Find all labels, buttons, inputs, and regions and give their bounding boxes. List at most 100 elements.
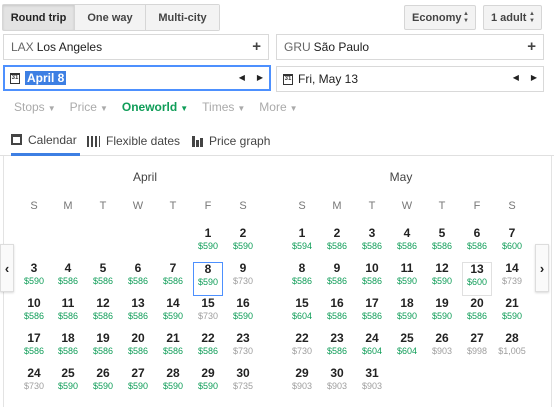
weekday-header: M xyxy=(63,200,73,212)
calendar-day[interactable]: 14 $590 xyxy=(158,297,188,331)
calendar-day[interactable]: 27 $998 xyxy=(462,332,492,366)
add-destination-icon[interactable]: + xyxy=(527,38,536,55)
calendar-day[interactable]: 14 $739 xyxy=(497,262,527,296)
filter-stops[interactable]: Stops ▼ xyxy=(14,100,56,114)
calendar-day[interactable]: 18 $586 xyxy=(53,332,83,366)
calendar-day[interactable]: 11 $590 xyxy=(392,262,422,296)
calendar-day[interactable]: 21 $586 xyxy=(158,332,188,366)
day-price: $586 xyxy=(431,241,453,251)
passengers-dropdown[interactable]: 1 adult ▲ ▼ xyxy=(483,5,542,30)
calendar-day[interactable]: 26 $590 xyxy=(88,367,118,401)
calendar-day[interactable]: 25 $590 xyxy=(53,367,83,401)
calendar-day[interactable]: 23 $730 xyxy=(228,332,258,366)
origin-field[interactable]: LAX Los Angeles + xyxy=(3,34,269,60)
calendar-day[interactable]: 9 $586 xyxy=(322,262,352,296)
calendar-day[interactable]: 29 $903 xyxy=(287,367,317,401)
calendar-day[interactable]: 20 $586 xyxy=(123,332,153,366)
calendar-day[interactable]: 2 $586 xyxy=(322,227,352,261)
prev-month-button[interactable]: ‹ xyxy=(0,244,14,292)
return-date-field[interactable]: 31 Fri, May 13 ◀ ▶ xyxy=(276,66,544,92)
calendar-day[interactable]: 3 $590 xyxy=(19,262,49,296)
calendar-day[interactable]: 19 $586 xyxy=(88,332,118,366)
calendar-day[interactable]: 1 $590 xyxy=(193,227,223,261)
multi-city-button[interactable]: Multi-city xyxy=(146,5,219,30)
calendar-day[interactable]: 30 $735 xyxy=(228,367,258,401)
one-way-button[interactable]: One way xyxy=(75,5,146,30)
calendar-day[interactable]: 12 $586 xyxy=(88,297,118,331)
calendar-day[interactable]: 2 $590 xyxy=(228,227,258,261)
calendar-day[interactable]: 10 $586 xyxy=(19,297,49,331)
day-number: 7 xyxy=(169,261,177,275)
calendar-day[interactable]: 16 $586 xyxy=(322,297,352,331)
calendar-day[interactable]: 16 $590 xyxy=(228,297,258,331)
next-month-button[interactable]: › xyxy=(535,244,549,292)
calendar-day[interactable]: 7 $586 xyxy=(158,262,188,296)
cabin-class-dropdown[interactable]: Economy ▲ ▼ xyxy=(404,5,476,30)
calendar-day[interactable]: 6 $586 xyxy=(462,227,492,261)
next-day-icon[interactable]: ▶ xyxy=(531,73,537,82)
calendar-day[interactable]: 30 $903 xyxy=(322,367,352,401)
calendar-day[interactable]: 19 $590 xyxy=(427,297,457,331)
filter-oneworld[interactable]: Oneworld ▼ xyxy=(122,100,188,114)
calendar-day[interactable]: 9 $730 xyxy=(228,262,258,296)
calendar-day[interactable]: 26 $903 xyxy=(427,332,457,366)
calendar-day[interactable]: 12 $590 xyxy=(427,262,457,296)
calendar-day[interactable]: 8 $586 xyxy=(287,262,317,296)
day-price: $590 xyxy=(431,311,453,321)
weekday-header: S xyxy=(30,200,38,212)
calendar-day[interactable]: 7 $600 xyxy=(497,227,527,261)
calendar-day[interactable]: 23 $586 xyxy=(322,332,352,366)
day-number: 30 xyxy=(330,366,344,380)
filter-more[interactable]: More ▼ xyxy=(259,100,297,114)
calendar-day[interactable]: 25 $604 xyxy=(392,332,422,366)
tab-flexible-dates[interactable]: Flexible dates xyxy=(87,126,180,156)
passengers-label: 1 adult xyxy=(491,11,527,24)
calendar-day[interactable]: 29 $590 xyxy=(193,367,223,401)
day-price: $600 xyxy=(501,241,523,251)
calendar-day[interactable]: 24 $604 xyxy=(357,332,387,366)
calendar-day[interactable]: 5 $586 xyxy=(427,227,457,261)
tab-calendar[interactable]: Calendar xyxy=(11,126,80,156)
calendar-day[interactable]: 17 $586 xyxy=(19,332,49,366)
weekday-header: S xyxy=(508,200,516,212)
calendar-day[interactable]: 22 $586 xyxy=(193,332,223,366)
day-price: $590 xyxy=(162,381,184,391)
destination-field[interactable]: GRU São Paulo + xyxy=(276,34,544,60)
calendar-day[interactable]: 17 $586 xyxy=(357,297,387,331)
calendar-day[interactable]: 11 $586 xyxy=(53,297,83,331)
next-day-icon[interactable]: ▶ xyxy=(257,73,263,82)
calendar-day[interactable]: 18 $590 xyxy=(392,297,422,331)
calendar-day[interactable]: 28 $1,005 xyxy=(497,332,527,366)
calendar-day[interactable]: 27 $590 xyxy=(123,367,153,401)
calendar-day[interactable]: 21 $590 xyxy=(497,297,527,331)
calendar-day[interactable]: 6 $586 xyxy=(123,262,153,296)
calendar-day[interactable]: 31 $903 xyxy=(357,367,387,401)
calendar-day[interactable]: 15 $604 xyxy=(287,297,317,331)
calendar-day[interactable]: 10 $586 xyxy=(357,262,387,296)
prev-day-icon[interactable]: ◀ xyxy=(239,73,245,82)
add-origin-icon[interactable]: + xyxy=(252,38,261,55)
calendar-day[interactable]: 20 $586 xyxy=(462,297,492,331)
day-price: $586 xyxy=(396,241,418,251)
day-price: $586 xyxy=(23,311,45,321)
calendar-day[interactable]: 24 $730 xyxy=(19,367,49,401)
calendar-icon xyxy=(11,134,22,145)
calendar-day[interactable]: 4 $586 xyxy=(53,262,83,296)
prev-day-icon[interactable]: ◀ xyxy=(513,73,519,82)
filter-price[interactable]: Price ▼ xyxy=(70,100,108,114)
tab-price-graph[interactable]: Price graph xyxy=(192,126,270,156)
calendar-day[interactable]: 28 $590 xyxy=(158,367,188,401)
departure-date-field[interactable]: 31 April 8 ◀ ▶ xyxy=(3,65,271,91)
calendar-day[interactable]: 8 $590 xyxy=(193,262,223,296)
round-trip-button[interactable]: Round trip xyxy=(3,5,75,30)
calendar-day[interactable]: 22 $730 xyxy=(287,332,317,366)
filter-times[interactable]: Times ▼ xyxy=(202,100,245,114)
calendar-day[interactable]: 13 $586 xyxy=(123,297,153,331)
calendar-day[interactable]: 15 $730 xyxy=(193,297,223,331)
calendar-day[interactable]: 3 $586 xyxy=(357,227,387,261)
calendar-day[interactable]: 5 $586 xyxy=(88,262,118,296)
calendar-day[interactable]: 4 $586 xyxy=(392,227,422,261)
calendar-day[interactable]: 1 $594 xyxy=(287,227,317,261)
day-number: 4 xyxy=(403,226,411,240)
calendar-day[interactable]: 13 $600 xyxy=(462,262,492,296)
